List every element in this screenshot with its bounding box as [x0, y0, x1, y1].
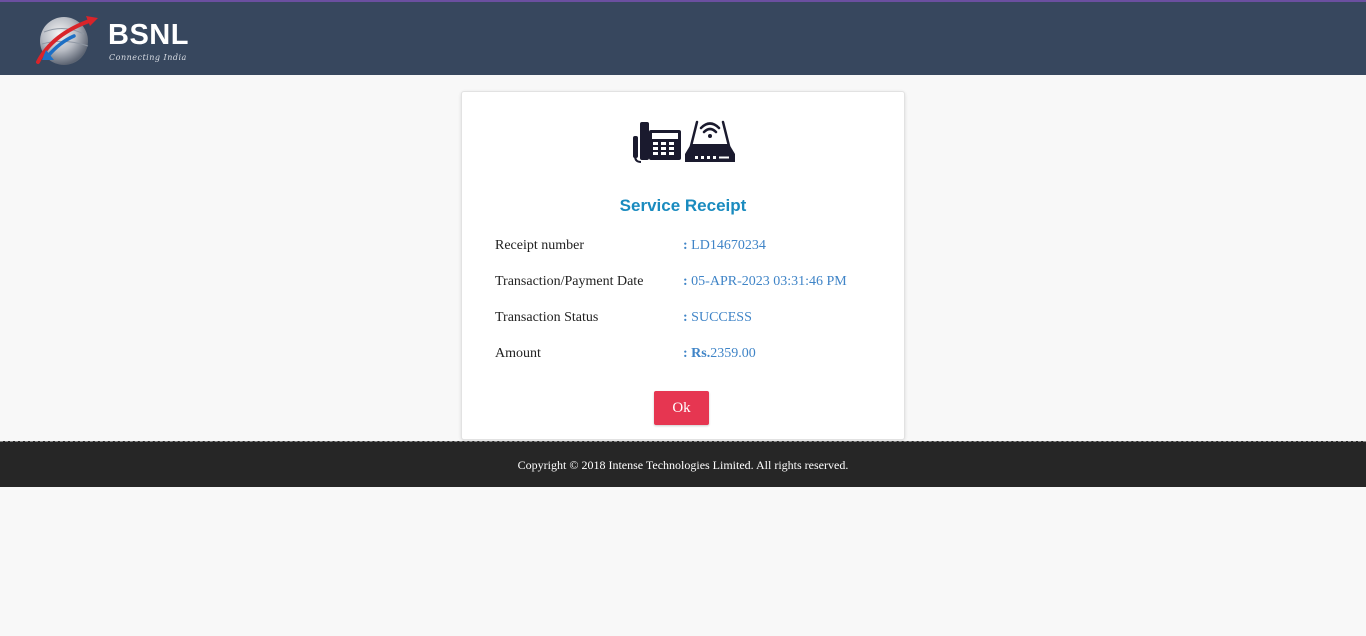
transaction-status-label: Transaction Status: [495, 310, 599, 325]
amount-value: : Rs.2359.00: [683, 346, 756, 361]
payment-date-value: : 05-APR-2023 03:31:46 PM: [683, 274, 847, 289]
receipt-title: Service Receipt: [619, 196, 747, 215]
payment-date-row: Transaction/Payment Date : 05-APR-2023 0…: [495, 272, 875, 292]
footer-bar: Copyright © 2018 Intense Technologies Li…: [0, 441, 1366, 487]
bsnl-logo-icon: [36, 16, 98, 65]
ok-button[interactable]: Ok: [654, 391, 709, 425]
amount-label: Amount: [495, 346, 541, 361]
payment-date-label: Transaction/Payment Date: [495, 274, 644, 289]
transaction-status-row: Transaction Status : SUCCESS: [495, 308, 875, 328]
brand-name: BSNL: [108, 19, 189, 51]
amount-row: Amount : Rs.2359.00: [495, 344, 875, 364]
receipt-number-row: Receipt number : LD14670234: [495, 236, 875, 256]
receipt-number-value: : LD14670234: [683, 238, 766, 253]
copyright-text: Copyright © 2018 Intense Technologies Li…: [517, 458, 849, 472]
currency-prefix: Rs.: [691, 346, 711, 361]
brand-tagline: Connecting India: [109, 53, 187, 62]
receipt-card: Service Receipt Receipt number : LD14670…: [461, 91, 905, 440]
transaction-status-value: : SUCCESS: [683, 310, 752, 325]
header-bar: BSNL Connecting India: [0, 0, 1366, 75]
receipt-number-label: Receipt number: [495, 238, 585, 253]
telephone-router-icon: [633, 120, 735, 163]
bsnl-logo[interactable]: BSNL Connecting India: [34, 12, 194, 68]
